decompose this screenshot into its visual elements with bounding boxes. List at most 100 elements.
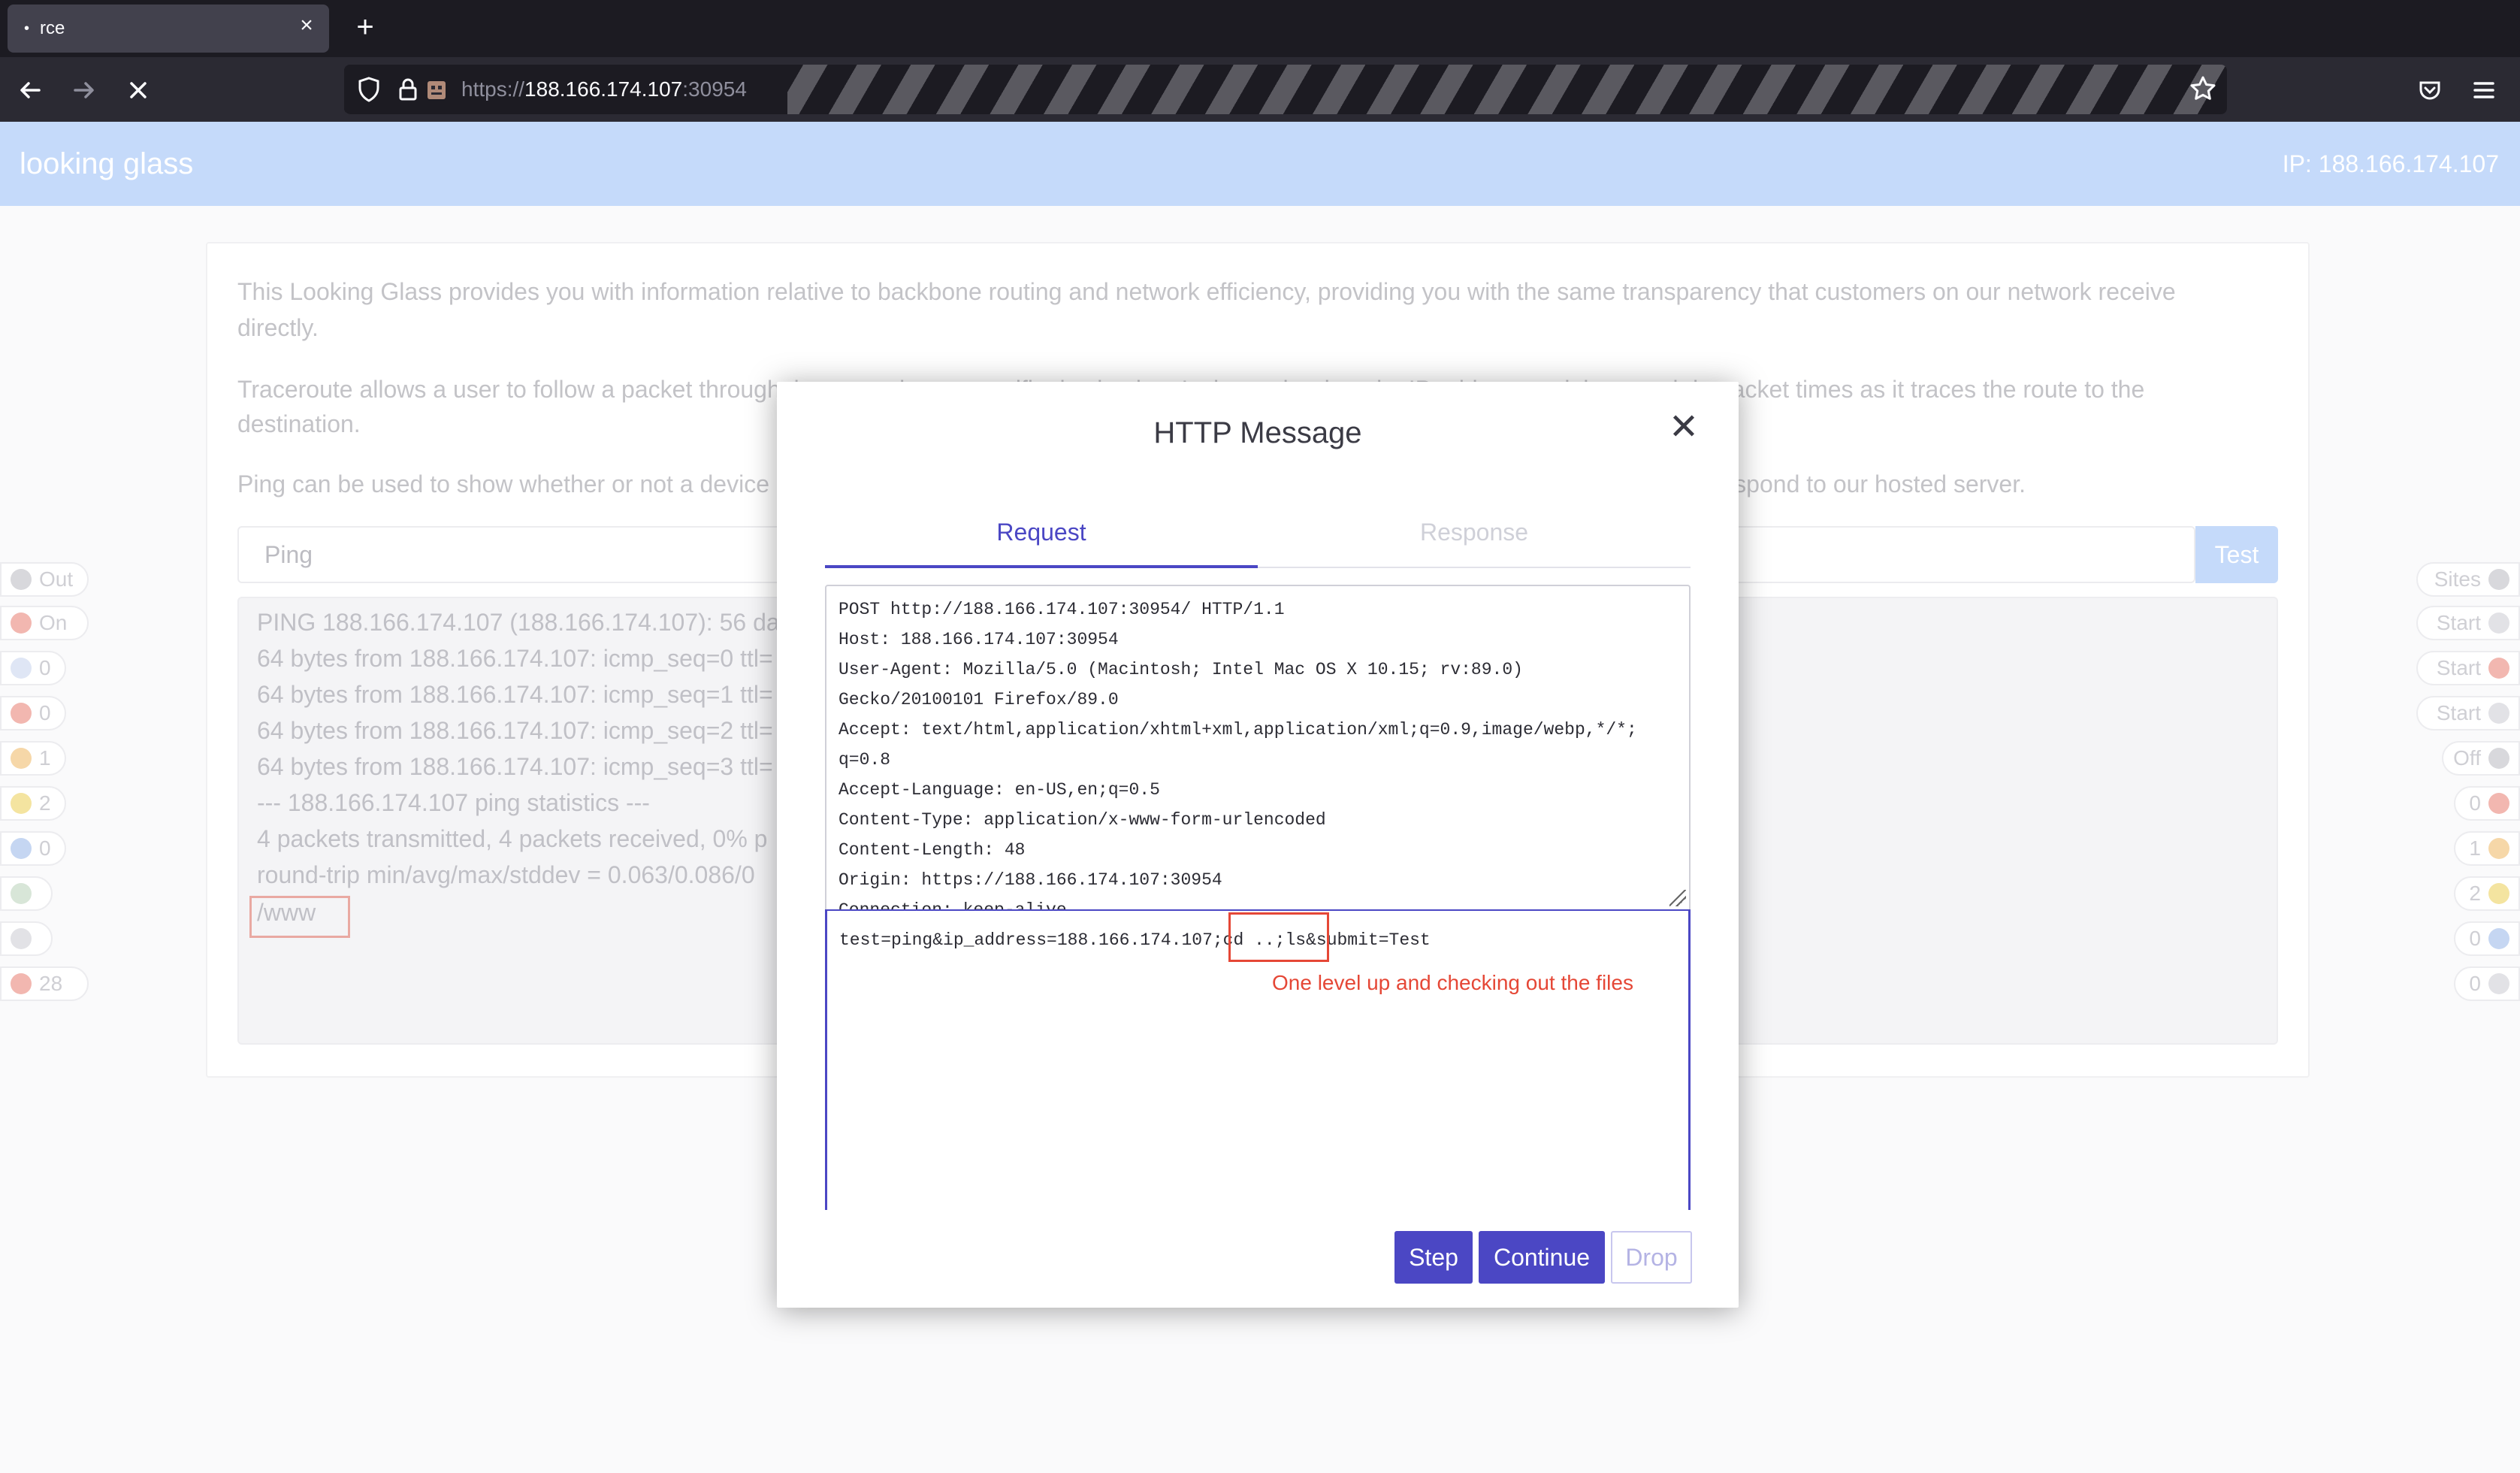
hud-pill-label: 0 xyxy=(2469,927,2481,950)
hud-pill-label: 1 xyxy=(39,746,51,770)
device-icon xyxy=(11,928,32,949)
output-line: 64 bytes from 188.166.174.107: icmp_seq=… xyxy=(257,645,773,672)
hud-pill-label: Sites xyxy=(2434,567,2481,591)
shield-icon[interactable] xyxy=(355,75,383,104)
request-headers-textarea[interactable]: POST http://188.166.174.107:30954/ HTTP/… xyxy=(825,585,1691,911)
resize-handle[interactable] xyxy=(1669,890,1686,906)
close-icon[interactable]: ✕ xyxy=(1665,409,1703,446)
hud-pill-label: 1 xyxy=(2469,836,2481,860)
chat-icon xyxy=(2488,973,2509,994)
new-tab-button[interactable]: + xyxy=(349,11,382,44)
hud-pill-spider-red[interactable]: Start xyxy=(2416,651,2520,685)
url-host: 188.166.174.107 xyxy=(524,77,683,101)
red-flag-icon xyxy=(2488,793,2509,814)
http-message-modal: HTTP Message ✕ Request Response POST htt… xyxy=(777,382,1739,1308)
hud-pill-blue-flag[interactable]: 0 xyxy=(0,831,66,866)
output-line: round-trip min/avg/max/stddev = 0.063/0.… xyxy=(257,861,755,888)
drop-button[interactable]: Drop xyxy=(1611,1231,1692,1284)
bulb-icon xyxy=(11,658,32,679)
record-icon xyxy=(11,612,32,634)
request-body-text: test=ping&ip_address=188.166.174.107;cd … xyxy=(839,930,1431,950)
hud-pill-label: 2 xyxy=(39,791,51,815)
spider-icon xyxy=(2488,612,2509,634)
hud-pill-label: On xyxy=(39,611,68,634)
edit-icon xyxy=(11,883,32,904)
intro-text-line-1: This Looking Glass provides you with inf… xyxy=(237,278,2176,305)
hud-pill-label: 0 xyxy=(2469,791,2481,815)
hud-pill-bug[interactable]: 28 xyxy=(0,966,89,1001)
circle-icon xyxy=(11,569,32,590)
hud-pill-label: 0 xyxy=(39,656,51,679)
header-line: User-Agent: Mozilla/5.0 (Macintosh; Inte… xyxy=(838,660,1523,679)
url-scheme: https:// xyxy=(461,77,525,101)
hud-pill-record[interactable]: On xyxy=(0,606,89,640)
globe-icon xyxy=(2488,569,2509,590)
hud-pill-label: Start xyxy=(2436,701,2481,724)
hud-pill-red-flag[interactable]: 0 xyxy=(0,696,66,730)
hud-pill-orange-flag[interactable]: 1 xyxy=(2454,831,2520,866)
tab-title: rce xyxy=(40,18,65,38)
hud-pill-target[interactable]: Off xyxy=(2442,741,2520,776)
back-icon[interactable] xyxy=(14,74,47,107)
url-text: https://188.166.174.107:30954 xyxy=(461,65,747,114)
hud-pill-bulb[interactable]: 0 xyxy=(0,651,66,685)
hud-pill-label: 0 xyxy=(39,836,51,860)
hud-pill-orange-flag[interactable]: 1 xyxy=(0,741,66,776)
request-body-textarea[interactable]: test=ping&ip_address=188.166.174.107;cd … xyxy=(825,909,1691,1210)
hud-pill-yellow-flag[interactable]: 2 xyxy=(0,786,66,821)
hud-pill-label: 0 xyxy=(39,701,51,724)
header-line: Content-Length: 48 xyxy=(838,840,1026,860)
tab-response[interactable]: Response xyxy=(1258,519,1691,556)
annotation-text: One level up and checking out the files xyxy=(1272,971,1633,994)
hud-pill-edit[interactable] xyxy=(0,876,53,911)
tab-request[interactable]: Request xyxy=(825,519,1258,556)
moon-icon xyxy=(2488,703,2509,724)
robot-icon[interactable] xyxy=(422,75,451,104)
header-line: POST http://188.166.174.107:30954/ HTTP/… xyxy=(838,600,1285,619)
hud-pill-label: 28 xyxy=(39,972,63,995)
browser-nav-bar: https://188.166.174.107:30954 xyxy=(0,57,2520,122)
hud-pill-globe[interactable]: Sites xyxy=(2416,562,2520,597)
hud-pill-blue-flag[interactable]: 0 xyxy=(2454,921,2520,956)
hud-pill-moon[interactable]: Start xyxy=(2416,696,2520,730)
pocket-icon[interactable] xyxy=(2413,74,2446,107)
tab-close-icon[interactable]: × xyxy=(295,14,319,38)
hud-pill-label: Out xyxy=(39,567,74,591)
continue-button[interactable]: Continue xyxy=(1479,1231,1605,1284)
output-line: PING 188.166.174.107 (188.166.174.107): … xyxy=(257,609,864,636)
header-line: Origin: https://188.166.174.107:30954 xyxy=(838,870,1222,890)
header-line: Accept: text/html,application/xhtml+xml,… xyxy=(838,720,1637,740)
highlight-box-www xyxy=(249,896,350,938)
test-button[interactable]: Test xyxy=(2195,526,2278,583)
intro-text-line-2: directly. xyxy=(237,314,319,341)
highlight-box-payload xyxy=(1228,912,1329,962)
header-line: Host: 188.166.174.107:30954 xyxy=(838,630,1119,649)
hud-pill-yellow-flag[interactable]: 2 xyxy=(2454,876,2520,911)
hud-pill-circle[interactable]: Out xyxy=(0,562,89,597)
menu-icon[interactable] xyxy=(2467,74,2500,107)
hud-pill-label: 2 xyxy=(2469,882,2481,905)
stop-icon[interactable] xyxy=(122,74,155,107)
orange-flag-icon xyxy=(2488,838,2509,859)
hud-pill-chat[interactable]: 0 xyxy=(2454,966,2520,1001)
url-bar[interactable]: https://188.166.174.107:30954 xyxy=(344,65,2227,114)
hud-pill-label: Start xyxy=(2436,656,2481,679)
tab-dot: • xyxy=(24,20,30,37)
hud-pill-spider[interactable]: Start xyxy=(2416,606,2520,640)
target-icon xyxy=(2488,748,2509,769)
forward-icon[interactable] xyxy=(68,74,101,107)
step-button[interactable]: Step xyxy=(1394,1231,1473,1284)
browser-tab[interactable]: • rce xyxy=(8,5,329,53)
bookmark-star-icon[interactable] xyxy=(2186,72,2219,105)
output-line: --- 188.166.174.107 ping statistics --- xyxy=(257,789,650,816)
hud-pill-red-flag[interactable]: 0 xyxy=(2454,786,2520,821)
blue-flag-icon xyxy=(2488,928,2509,949)
server-ip-label: IP: 188.166.174.107 xyxy=(2282,150,2499,177)
lock-icon[interactable] xyxy=(394,75,422,104)
header-line: Gecko/20100101 Firefox/89.0 xyxy=(838,690,1119,709)
header-line: Accept-Language: en-US,en;q=0.5 xyxy=(838,780,1160,800)
orange-flag-icon xyxy=(11,748,32,769)
hud-pill-label: Start xyxy=(2436,611,2481,634)
yellow-flag-icon xyxy=(2488,883,2509,904)
hud-pill-device[interactable] xyxy=(0,921,53,956)
